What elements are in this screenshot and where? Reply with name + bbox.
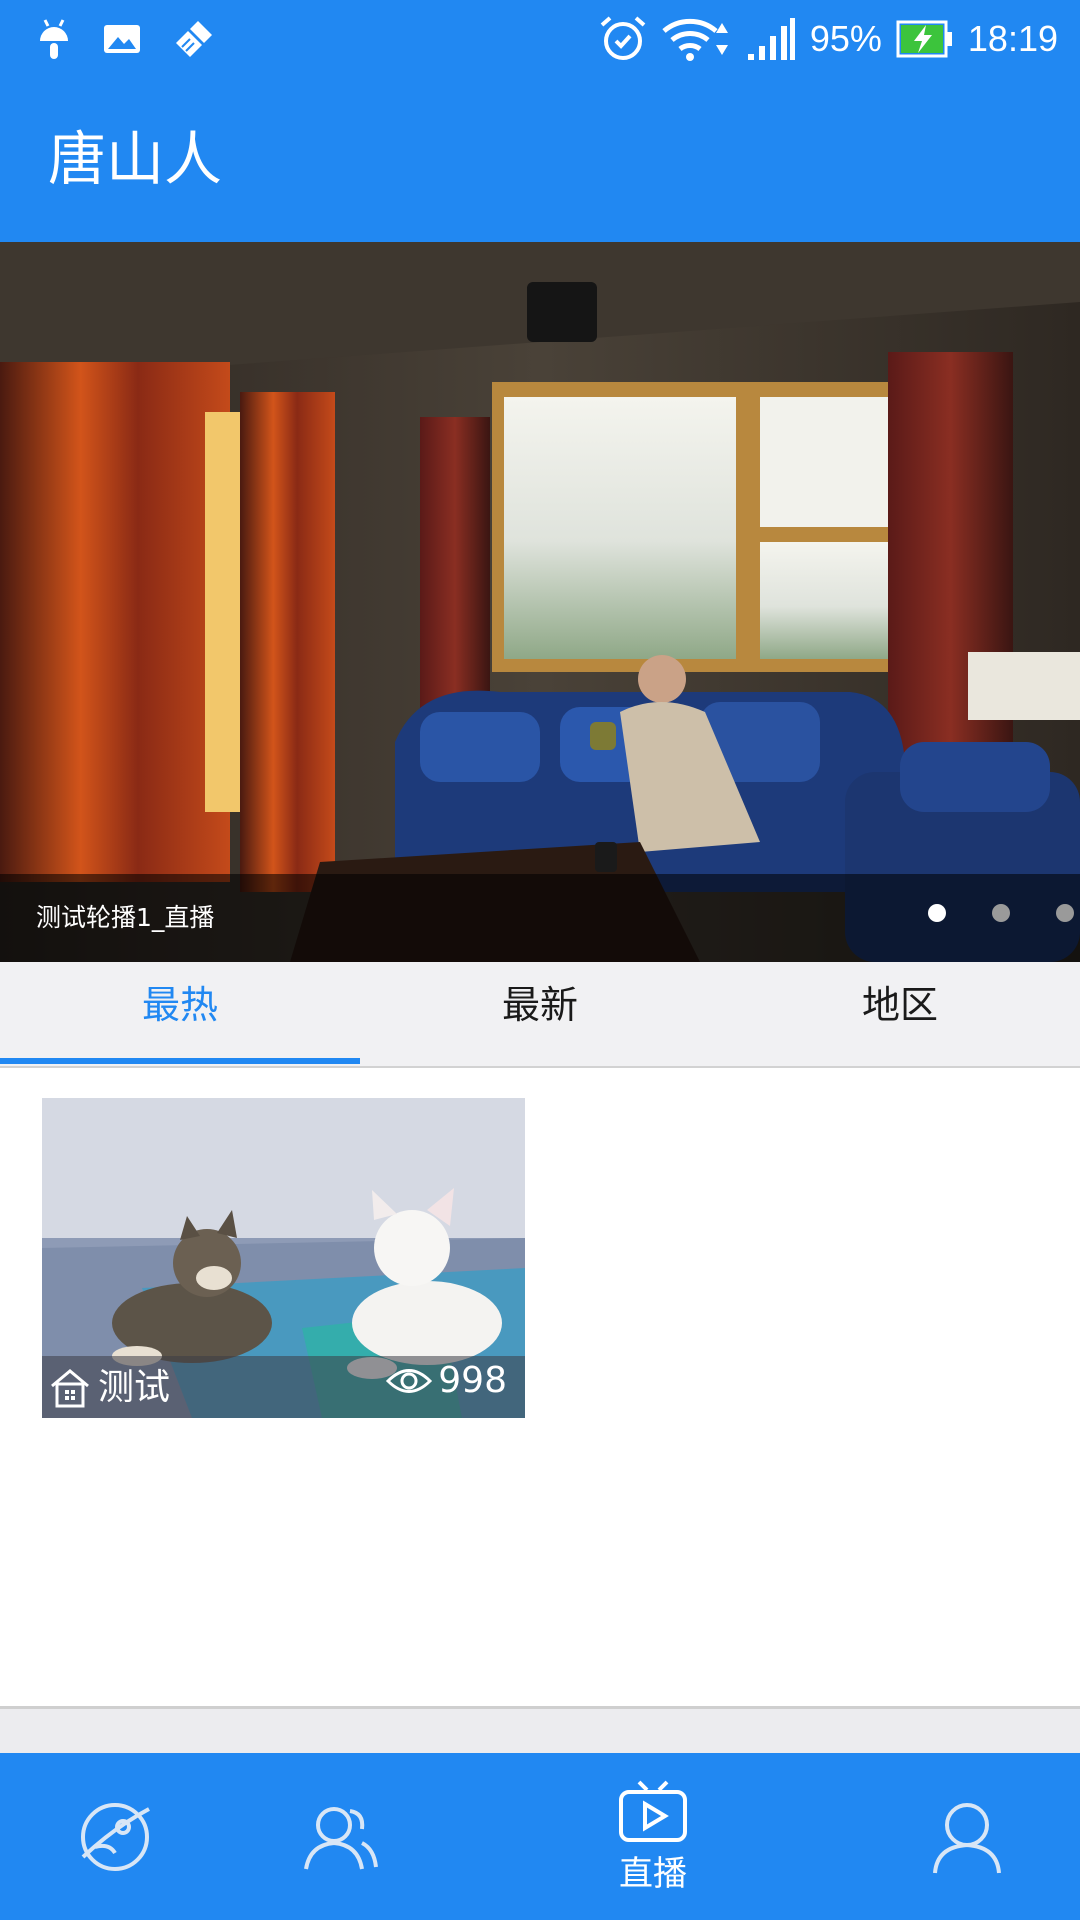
banner-caption-bar: 测试轮播1_直播 (0, 874, 1080, 962)
tab-newest[interactable]: 最新 (360, 962, 720, 1066)
tab-hottest[interactable]: 最热 (0, 962, 360, 1066)
page-title: 唐山人 (48, 125, 223, 193)
live-card[interactable]: 测试 998 (42, 1098, 525, 1418)
bottom-spacer (0, 1709, 1080, 1753)
live-list: 测试 998 (0, 1068, 1080, 1706)
wifi-icon (662, 18, 728, 61)
tab-region[interactable]: 地区 (720, 962, 1080, 1066)
carousel-dot[interactable] (928, 904, 946, 922)
nav-follow[interactable] (285, 1753, 395, 1920)
signal-icon (747, 18, 795, 60)
bottom-nav: 直播 (0, 1753, 1080, 1920)
battery-charging-icon (896, 20, 952, 58)
live-card-info-bar: 测试 998 (42, 1356, 525, 1418)
planet-icon (81, 1802, 150, 1871)
nav-live[interactable]: 直播 (593, 1753, 713, 1920)
nav-profile[interactable] (912, 1753, 1022, 1920)
app-bar: 唐山人 (0, 78, 1080, 242)
tab-bar: 最热 最新 地区 (0, 962, 1080, 1068)
battery-percent: 95% (809, 18, 882, 59)
tab-indicator (0, 1058, 360, 1064)
banner-caption: 测试轮播1_直播 (36, 903, 215, 932)
nav-discover[interactable] (60, 1753, 170, 1920)
home-icon (51, 1369, 89, 1408)
banner-carousel[interactable]: 测试轮播1_直播 (0, 242, 1080, 962)
nav-live-label: 直播 (619, 1854, 687, 1894)
person-icon (933, 1802, 1001, 1873)
alarm-icon (600, 16, 646, 60)
status-bar: 95% 18:19 (0, 0, 1080, 78)
viewer-count-value: 998 (438, 1360, 507, 1401)
eye-icon (386, 1368, 433, 1393)
tv-play-icon (619, 1780, 687, 1842)
banner-image (0, 242, 1080, 962)
carousel-dot[interactable] (992, 904, 1010, 922)
image-icon (104, 25, 140, 53)
carousel-indicator (928, 904, 1074, 922)
viewer-count: 998 (386, 1360, 507, 1401)
live-card-title: 测试 (98, 1367, 171, 1408)
android-icon (40, 19, 68, 59)
users-icon (304, 1806, 378, 1869)
carousel-dot[interactable] (1056, 904, 1074, 922)
broom-icon (176, 21, 212, 57)
clock: 18:19 (967, 18, 1058, 59)
